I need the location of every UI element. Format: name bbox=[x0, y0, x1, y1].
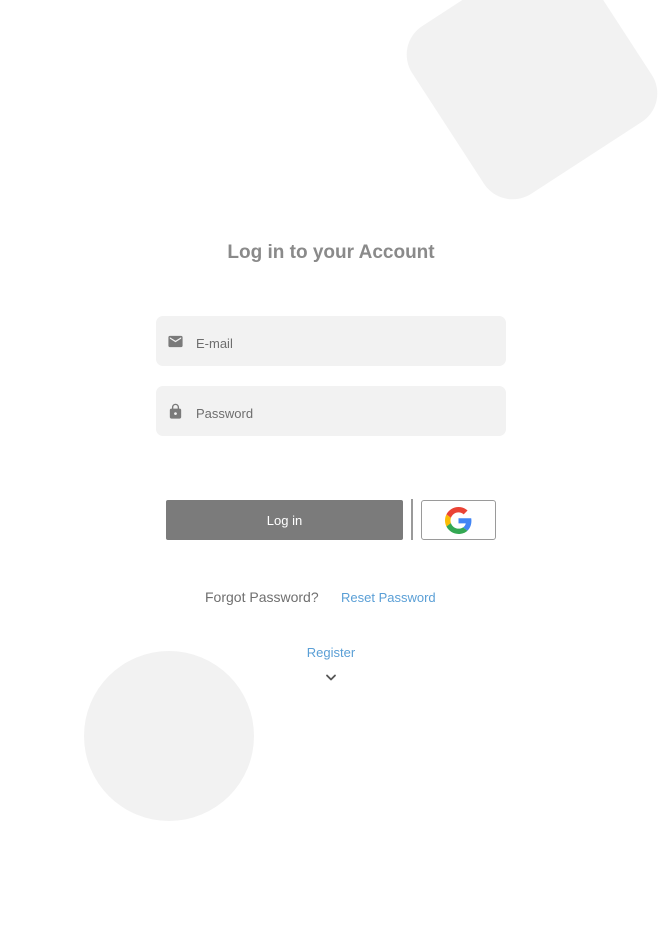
email-field[interactable] bbox=[156, 316, 506, 366]
login-button[interactable]: Log in bbox=[166, 500, 403, 540]
google-login-button[interactable] bbox=[421, 500, 496, 540]
reset-password-link[interactable]: Reset Password bbox=[341, 589, 436, 605]
google-g-icon bbox=[445, 506, 472, 534]
forgot-password-label: Forgot Password? bbox=[205, 589, 319, 605]
password-input[interactable] bbox=[194, 386, 494, 436]
register-link[interactable]: Register bbox=[0, 645, 662, 660]
email-input[interactable] bbox=[194, 316, 494, 366]
page-title: Log in to your Account bbox=[227, 242, 435, 263]
chevron-down-icon[interactable] bbox=[325, 673, 337, 683]
background-rounded-square bbox=[393, 0, 665, 213]
forgot-password-row: Forgot Password? Reset Password bbox=[0, 589, 665, 607]
mail-icon bbox=[168, 335, 183, 348]
background-circle bbox=[84, 651, 254, 821]
login-page: Log in to your Account Log in Forgot Pas… bbox=[0, 0, 665, 930]
button-divider bbox=[411, 499, 413, 540]
lock-icon bbox=[169, 403, 182, 419]
password-field[interactable] bbox=[156, 386, 506, 436]
